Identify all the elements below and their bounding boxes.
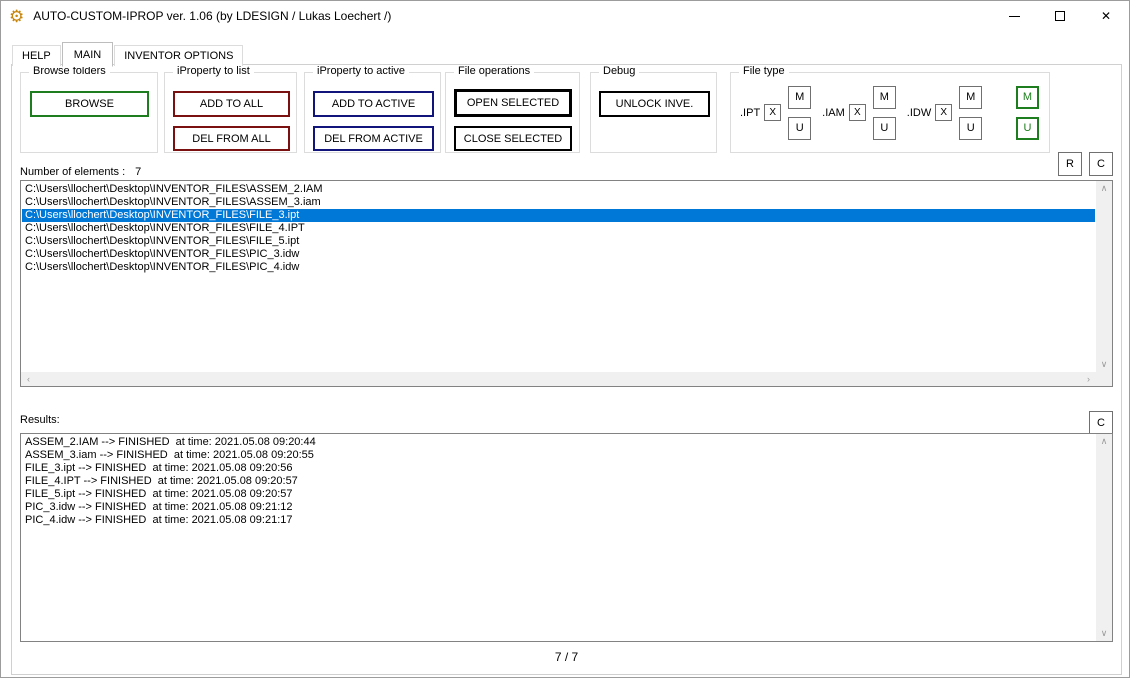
tab[interactable]: INVENTOR OPTIONS — [114, 45, 244, 66]
add-to-all-button[interactable]: ADD TO ALL — [173, 91, 290, 117]
file-type-m-button[interactable]: M — [872, 85, 896, 109]
group-file-type: File type .IPT X M U .IAM X M U .IDW X M… — [730, 65, 1050, 153]
file-type-m-button[interactable]: M — [959, 85, 983, 109]
close-button[interactable]: ✕ — [1083, 1, 1129, 31]
result-line[interactable]: PIC_3.idw --> FINISHED at time: 2021.05.… — [22, 501, 1095, 514]
file-type-item: .IPT X M U — [740, 85, 812, 140]
browse-button[interactable]: BROWSE — [30, 91, 149, 117]
file-list-item[interactable]: C:\Users\llochert\Desktop\INVENTOR_FILES… — [22, 196, 1095, 209]
del-from-all-button[interactable]: DEL FROM ALL — [173, 126, 290, 151]
group-browse-folders: Browse folders BROWSE — [20, 65, 158, 153]
result-line[interactable]: ASSEM_3.iam --> FINISHED at time: 2021.0… — [22, 449, 1095, 462]
file-type-m-button[interactable]: M — [788, 85, 812, 109]
file-list-item[interactable]: C:\Users\llochert\Desktop\INVENTOR_FILES… — [22, 261, 1095, 274]
element-count-value: 7 — [135, 166, 142, 178]
scroll-left-arrow-icon[interactable]: ‹ — [21, 372, 36, 386]
group-title: iProperty to active — [313, 65, 410, 77]
file-type-x-button[interactable]: X — [848, 104, 866, 121]
group-iproperty-to-list: iProperty to list ADD TO ALL DEL FROM AL… — [164, 65, 297, 153]
file-type-item: .IAM X M U — [822, 85, 896, 140]
results-vertical-scrollbar[interactable]: ∧ ∨ — [1096, 434, 1112, 641]
close-selected-button[interactable]: CLOSE SELECTED — [454, 126, 572, 151]
scroll-right-arrow-icon[interactable]: › — [1081, 372, 1096, 386]
group-title: iProperty to list — [173, 65, 254, 77]
window-title: AUTO-CUSTOM-IPROP ver. 1.06 (by LDESIGN … — [33, 9, 392, 23]
file-type-u-button[interactable]: U — [872, 116, 896, 140]
window-controls: ✕ — [991, 1, 1129, 31]
file-type-u-button[interactable]: U — [959, 116, 983, 140]
close-icon: ✕ — [1100, 9, 1112, 23]
file-type-mu-stack: M U — [872, 85, 896, 140]
title-bar: ⚙ AUTO-CUSTOM-IPROP ver. 1.06 (by LDESIG… — [1, 1, 1129, 31]
scroll-up-arrow-icon[interactable]: ∧ — [1096, 434, 1112, 449]
tab[interactable]: HELP — [12, 45, 61, 66]
result-line[interactable]: PIC_4.idw --> FINISHED at time: 2021.05.… — [22, 514, 1095, 527]
maximize-button[interactable] — [1037, 1, 1083, 31]
file-type-u-button[interactable]: U — [788, 116, 812, 140]
file-list-item[interactable]: C:\Users\llochert\Desktop\INVENTOR_FILES… — [22, 235, 1095, 248]
scroll-up-arrow-icon[interactable]: ∧ — [1096, 181, 1112, 196]
file-list-vertical-scrollbar[interactable]: ∧ ∨ — [1096, 181, 1112, 372]
result-line[interactable]: ASSEM_2.IAM --> FINISHED at time: 2021.0… — [22, 436, 1095, 449]
result-line[interactable]: FILE_3.ipt --> FINISHED at time: 2021.05… — [22, 462, 1095, 475]
file-list-item[interactable]: C:\Users\llochert\Desktop\INVENTOR_FILES… — [22, 222, 1095, 235]
file-type-item: .IDW X M U — [906, 85, 983, 140]
group-title: Debug — [599, 65, 640, 77]
scroll-down-arrow-icon[interactable]: ∨ — [1096, 626, 1112, 641]
tab-strip: HELP MAIN INVENTOR OPTIONS — [12, 42, 244, 67]
file-list-horizontal-scrollbar[interactable]: ‹ › — [21, 372, 1096, 386]
r-button[interactable]: R — [1058, 152, 1082, 176]
file-type-mu-stack: M U — [959, 85, 983, 140]
results-rows: ASSEM_2.IAM --> FINISHED at time: 2021.0… — [22, 436, 1095, 639]
result-line[interactable]: FILE_4.IPT --> FINISHED at time: 2021.05… — [22, 475, 1095, 488]
file-list-box[interactable]: C:\Users\llochert\Desktop\INVENTOR_FILES… — [20, 180, 1113, 387]
file-type-row: .IPT X M U .IAM X M U .IDW X M U M U — [731, 73, 1049, 152]
group-debug: Debug UNLOCK INVE. — [590, 65, 717, 153]
open-selected-button[interactable]: OPEN SELECTED — [454, 89, 572, 117]
file-type-label: .IDW — [906, 106, 932, 119]
file-list-item[interactable]: C:\Users\llochert\Desktop\INVENTOR_FILES… — [22, 183, 1095, 196]
file-list-rows: C:\Users\llochert\Desktop\INVENTOR_FILES… — [22, 183, 1095, 370]
app-gear-icon: ⚙ — [9, 6, 25, 26]
progress-status: 7 / 7 — [554, 650, 579, 664]
file-type-items: .IPT X M U .IAM X M U .IDW X M U — [740, 85, 1016, 140]
unlock-inventor-button[interactable]: UNLOCK INVE. — [599, 91, 710, 117]
file-list-item[interactable]: C:\Users\llochert\Desktop\INVENTOR_FILES… — [22, 209, 1095, 222]
result-line[interactable]: FILE_5.ipt --> FINISHED at time: 2021.05… — [22, 488, 1095, 501]
minimize-icon — [1008, 15, 1020, 17]
element-count-label: Number of elements : — [20, 166, 126, 178]
group-title: File operations — [454, 65, 535, 77]
tab[interactable]: MAIN — [61, 42, 114, 67]
c-button-results[interactable]: C — [1089, 411, 1113, 435]
file-type-all-u-button[interactable]: U — [1016, 116, 1039, 140]
file-list-item[interactable]: C:\Users\llochert\Desktop\INVENTOR_FILES… — [22, 248, 1095, 261]
element-count: Number of elements : 7 — [20, 166, 141, 178]
file-type-all-mu-stack: M U — [1016, 85, 1039, 140]
file-type-label: .IPT — [740, 106, 761, 119]
results-box[interactable]: ASSEM_2.IAM --> FINISHED at time: 2021.0… — [20, 433, 1113, 642]
add-to-active-button[interactable]: ADD TO ACTIVE — [313, 91, 434, 117]
file-type-mu-stack: M U — [788, 85, 812, 140]
results-label: Results: — [20, 414, 60, 426]
app-window: ⚙ AUTO-CUSTOM-IPROP ver. 1.06 (by LDESIG… — [0, 0, 1130, 678]
tab-page-main: Browse folders BROWSE iProperty to list … — [11, 64, 1122, 675]
scroll-down-arrow-icon[interactable]: ∨ — [1096, 357, 1112, 372]
minimize-button[interactable] — [991, 1, 1037, 31]
group-iproperty-to-active: iProperty to active ADD TO ACTIVE DEL FR… — [304, 65, 441, 153]
file-type-all-m-button[interactable]: M — [1016, 85, 1039, 109]
file-type-x-button[interactable]: X — [935, 104, 953, 121]
c-button-list[interactable]: C — [1089, 152, 1113, 176]
del-from-active-button[interactable]: DEL FROM ACTIVE — [313, 126, 434, 151]
group-file-operations: File operations OPEN SELECTED CLOSE SELE… — [445, 65, 580, 153]
scrollbar-corner — [1096, 372, 1112, 386]
maximize-icon — [1055, 11, 1065, 21]
file-type-label: .IAM — [822, 106, 845, 119]
file-type-x-button[interactable]: X — [764, 104, 782, 121]
